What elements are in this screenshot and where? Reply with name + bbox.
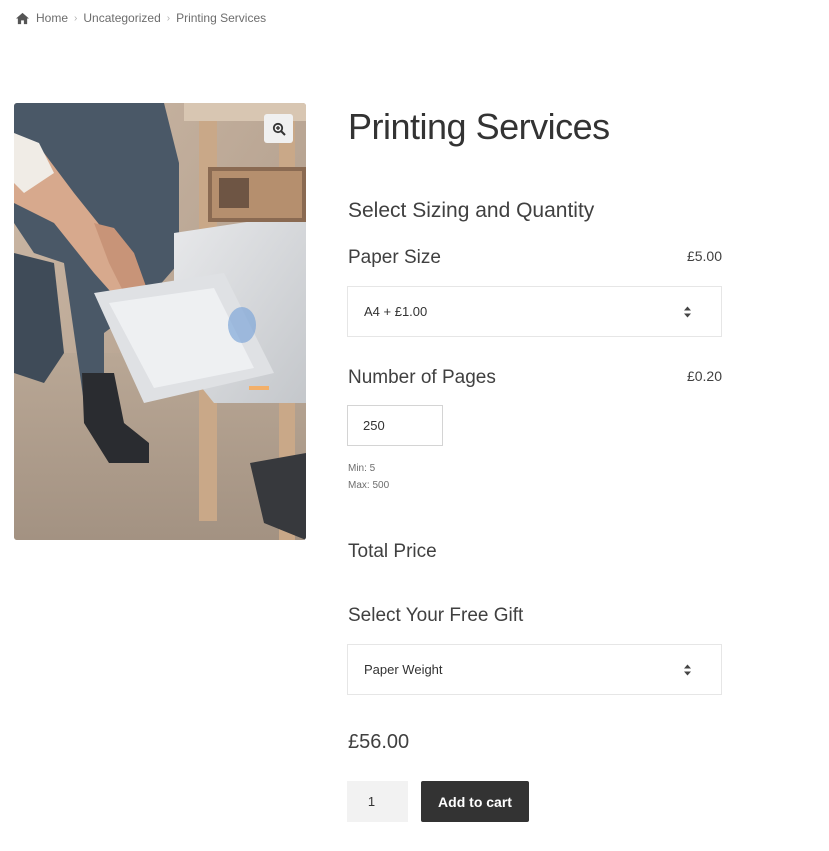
breadcrumb-current: Printing Services bbox=[176, 11, 267, 25]
zoom-button[interactable] bbox=[264, 114, 293, 143]
product-title: Printing Services bbox=[348, 106, 610, 147]
free-gift-label: Select Your Free Gift bbox=[348, 605, 524, 626]
options-section-title: Select Sizing and Quantity bbox=[348, 199, 595, 222]
add-to-cart-button[interactable]: Add to cart bbox=[421, 781, 529, 822]
free-gift-select[interactable]: Paper Weight bbox=[347, 644, 722, 695]
total-price-label: Total Price bbox=[348, 541, 437, 562]
select-arrows-icon bbox=[684, 664, 691, 675]
paper-size-price: £5.00 bbox=[686, 248, 722, 264]
breadcrumb-home-link[interactable]: Home bbox=[36, 11, 68, 25]
quantity-input[interactable]: 1 bbox=[347, 781, 408, 822]
pages-min: Min: 5 bbox=[348, 463, 376, 474]
chevron-right-icon: › bbox=[74, 12, 78, 24]
select-arrows-icon bbox=[684, 306, 691, 317]
product-photo bbox=[14, 103, 306, 540]
paper-size-label: Paper Size bbox=[348, 247, 441, 268]
pages-label: Number of Pages bbox=[348, 367, 496, 388]
quantity-value: 1 bbox=[367, 794, 376, 809]
pages-price: £0.20 bbox=[686, 368, 722, 384]
product-image[interactable] bbox=[14, 103, 306, 540]
magnify-plus-icon bbox=[272, 122, 286, 136]
pages-value: 250 bbox=[363, 418, 385, 433]
home-icon bbox=[16, 12, 29, 24]
paper-size-selected: A4 + £1.00 bbox=[364, 304, 428, 319]
paper-size-select[interactable]: A4 + £1.00 bbox=[347, 286, 722, 337]
breadcrumb: Home › Uncategorized › Printing Services bbox=[15, 11, 266, 25]
chevron-right-icon: › bbox=[166, 12, 171, 24]
free-gift-selected: Paper Weight bbox=[364, 662, 443, 677]
pages-input[interactable]: 250 bbox=[347, 405, 443, 446]
product-price: £56.00 bbox=[348, 731, 410, 753]
breadcrumb-category-link[interactable]: Uncategorized bbox=[83, 11, 160, 25]
pages-max: Max: 500 bbox=[348, 480, 390, 491]
